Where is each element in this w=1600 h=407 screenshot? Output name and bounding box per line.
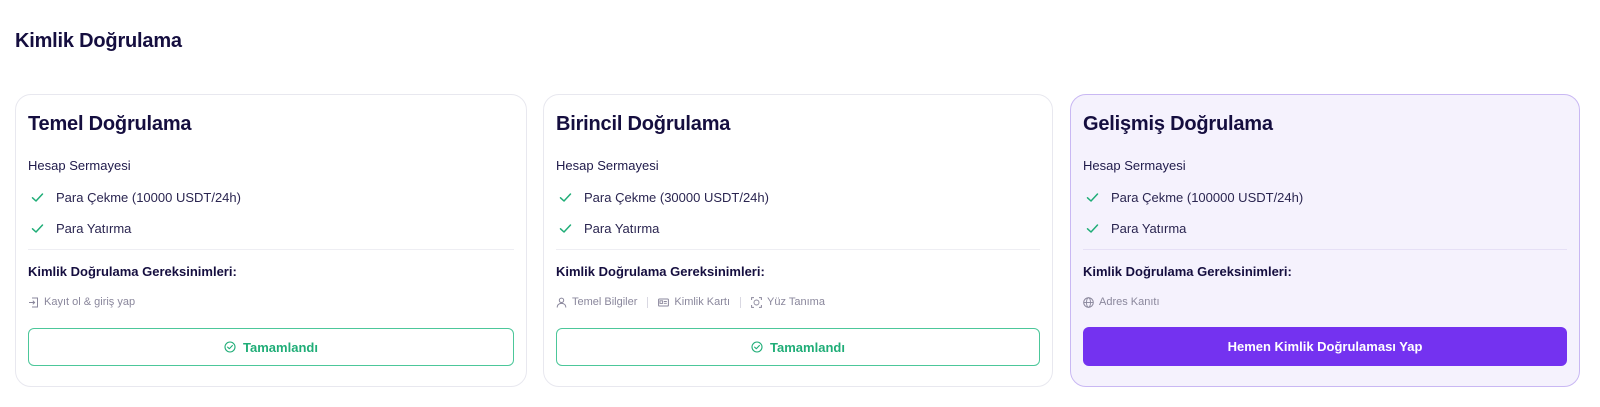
- requirements-title: Kimlik Doğrulama Gereksinimleri:: [556, 264, 765, 279]
- verification-card-advanced: Gelişmiş Doğrulama Hesap Sermayesi Para …: [1070, 94, 1580, 387]
- login-icon: [28, 297, 39, 308]
- page-title: Kimlik Doğrulama: [15, 30, 182, 52]
- feature-item: Para Çekme (100000 USDT/24h): [1083, 188, 1303, 206]
- card-title: Temel Doğrulama: [28, 113, 192, 135]
- requirement-item: Temel Bilgiler: [556, 296, 637, 308]
- feature-item: Para Yatırma: [556, 219, 659, 237]
- globe-icon: [1083, 296, 1094, 308]
- feature-item: Para Çekme (10000 USDT/24h): [28, 188, 241, 206]
- verification-levels: Temel Doğrulama Hesap Sermayesi Para Çek…: [15, 94, 1580, 387]
- requirements-title: Kimlik Doğrulama Gereksinimleri:: [28, 264, 237, 279]
- requirements-title: Kimlik Doğrulama Gereksinimleri:: [1083, 264, 1292, 279]
- divider: [556, 249, 1040, 250]
- check-icon: [31, 191, 44, 204]
- requirements-list: Adres Kanıtı: [1083, 294, 1160, 310]
- separator: [647, 296, 649, 308]
- divider: [1083, 249, 1567, 250]
- feature-label: Para Çekme (30000 USDT/24h): [584, 189, 769, 205]
- requirements-list: Temel Bilgiler Kimlik Kartı Yüz Tanıma: [556, 294, 825, 310]
- requirements-list: Kayıt ol & giriş yap: [28, 294, 135, 310]
- section-label: Hesap Sermayesi: [1083, 158, 1186, 173]
- verification-card-basic: Temel Doğrulama Hesap Sermayesi Para Çek…: [15, 94, 527, 387]
- feature-label: Para Yatırma: [1111, 220, 1187, 236]
- feature-label: Para Çekme (100000 USDT/24h): [1111, 189, 1304, 205]
- divider: [28, 249, 514, 250]
- section-label: Hesap Sermayesi: [556, 158, 659, 173]
- feature-item: Para Çekme (30000 USDT/24h): [556, 188, 769, 206]
- requirement-item: Adres Kanıtı: [1083, 296, 1160, 308]
- requirement-label: Adres Kanıtı: [1099, 296, 1160, 308]
- check-circle-icon: [224, 341, 236, 353]
- completed-button[interactable]: Tamamlandı: [556, 328, 1040, 366]
- user-icon: [556, 297, 567, 308]
- card-title: Gelişmiş Doğrulama: [1083, 113, 1273, 135]
- check-icon: [559, 191, 572, 204]
- section-label: Hesap Sermayesi: [28, 158, 131, 173]
- check-icon: [1086, 191, 1099, 204]
- completed-button[interactable]: Tamamlandı: [28, 328, 514, 366]
- card-title: Birincil Doğrulama: [556, 113, 731, 135]
- button-label: Tamamlandı: [243, 339, 318, 355]
- requirement-label: Kimlik Kartı: [674, 296, 731, 308]
- button-label: Tamamlandı: [770, 339, 845, 355]
- requirement-label: Kayıt ol & giriş yap: [44, 296, 136, 308]
- check-icon: [1086, 222, 1099, 235]
- requirement-label: Yüz Tanıma: [767, 296, 825, 308]
- separator: [740, 296, 742, 308]
- requirement-label: Temel Bilgiler: [572, 296, 638, 308]
- check-icon: [559, 222, 572, 235]
- requirement-item: Kimlik Kartı: [658, 296, 730, 308]
- verification-card-primary: Birincil Doğrulama Hesap Sermayesi Para …: [543, 94, 1053, 387]
- requirement-item: Kayıt ol & giriş yap: [28, 296, 135, 308]
- check-icon: [31, 222, 44, 235]
- check-circle-icon: [751, 341, 763, 353]
- verify-now-button[interactable]: Hemen Kimlik Doğrulaması Yap: [1083, 327, 1567, 366]
- id-card-icon: [658, 297, 670, 308]
- feature-item: Para Yatırma: [28, 219, 131, 237]
- feature-label: Para Yatırma: [56, 220, 132, 236]
- feature-label: Para Yatırma: [584, 220, 660, 236]
- face-scan-icon: [751, 296, 762, 308]
- feature-item: Para Yatırma: [1083, 219, 1186, 237]
- requirement-item: Yüz Tanıma: [751, 296, 825, 308]
- feature-label: Para Çekme (10000 USDT/24h): [56, 189, 241, 205]
